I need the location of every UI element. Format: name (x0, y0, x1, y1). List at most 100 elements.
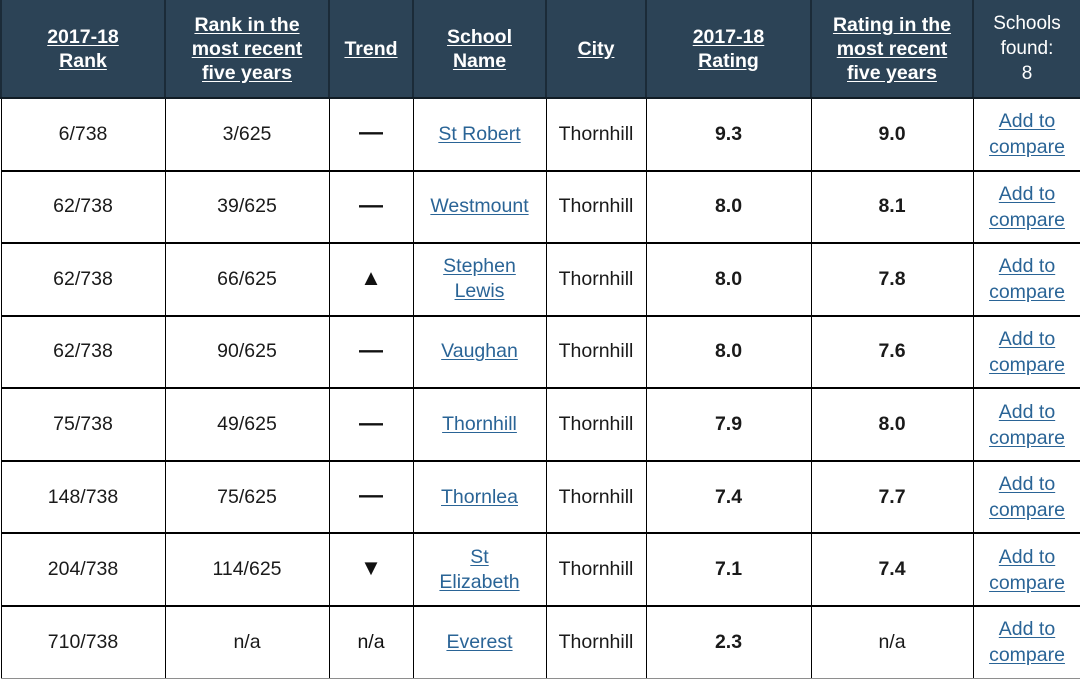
cell-rating-five-years: 9.0 (810, 97, 974, 172)
table-row: 148/738 75/625 — Thornlea Thornhill 7.4 7.7 Add… (0, 460, 1080, 535)
cell-add-to-compare: Add to compare (972, 605, 1080, 679)
cell-city: Thornhill (545, 170, 647, 245)
cell-rank-five-years: 75/625 (164, 460, 330, 535)
table-header: 2017-18 Rank Rank in the most recent five ye… (0, 0, 1080, 99)
trend-flat-icon: — (359, 119, 383, 147)
trend-flat-icon: — (359, 336, 383, 364)
col-rank-2017-18[interactable]: 2017-18 Rank (0, 0, 166, 99)
cell-rank-five-years: n/a (164, 605, 330, 679)
table-row: 62/738 39/625 — Westmount Thornhill 8.0 8.1 Add… (0, 170, 1080, 245)
table-row: 62/738 90/625 — Vaughan Thornhill 8.0 7.6 Add t… (0, 315, 1080, 390)
cell-rating-2017-18: 8.0 (645, 170, 812, 245)
cell-trend: — (328, 315, 414, 390)
cell-rank-five-years: 49/625 (164, 387, 330, 462)
table-body: 6/738 3/625— St Robert Thornhill 9.3 9.0 Add t… (0, 97, 1080, 679)
school-name-link[interactable]: St Robert (438, 122, 520, 147)
trend-down-icon: ▼ (360, 555, 382, 581)
cell-rank-2017-18: 62/738 (0, 242, 166, 317)
col-school-name[interactable]: School Name (413, 0, 547, 99)
cell-rating-five-years: 7.6 (810, 315, 974, 390)
cell-trend: — (328, 97, 414, 172)
cell-rank-five-years: 3/625 (164, 97, 330, 172)
table-row: 62/738 66/625 ▲ Stephen Lewis Thornhill 8.0 7.8… (0, 242, 1080, 317)
school-name-link[interactable]: Thornlea (441, 485, 518, 510)
cell-city: Thornhill (545, 532, 647, 607)
trend-up-icon: ▲ (360, 264, 382, 290)
col-schools-found: Schools found: 8 (973, 0, 1080, 99)
add-to-compare-link[interactable]: Add to compare (989, 616, 1065, 668)
trend-flat-icon: — (359, 191, 383, 219)
cell-rank-five-years: 114/625 (164, 532, 330, 607)
cell-rank-five-years: 39/625 (164, 170, 330, 245)
column-static-label: Schools found: 8 (993, 13, 1061, 84)
cell-rating-2017-18: 7.4 (645, 460, 812, 535)
cell-add-to-compare: Add to compare (972, 387, 1080, 462)
cell-rating-five-years: 8.0 (810, 387, 974, 462)
col-rank-five-years[interactable]: Rank in the most recent five years (165, 0, 330, 99)
school-name-link[interactable]: Thornhill (442, 412, 517, 437)
cell-add-to-compare: Add to compare (972, 170, 1080, 245)
cell-trend: — (328, 170, 414, 245)
cell-rank-2017-18: 75/738 (0, 387, 166, 462)
add-to-compare-link[interactable]: Add to compare (989, 471, 1065, 523)
cell-rank-2017-18: 6/738 (0, 97, 166, 172)
school-rankings-table: 2017-18 Rank Rank in the most recent five ye… (0, 0, 1080, 679)
cell-rating-five-years: 7.7 (810, 460, 974, 535)
column-sort-label: School Name (446, 25, 512, 72)
col-trend[interactable]: Trend (329, 0, 414, 99)
trend-flat-icon: — (359, 482, 383, 510)
add-to-compare-link[interactable]: Add to compare (989, 326, 1065, 378)
cell-school-name: Thornlea (412, 460, 547, 535)
table-row: 75/738 49/625— Thornhill Thornhill 7.9 8.0 Add… (0, 387, 1080, 462)
column-sort-label: City (577, 37, 615, 60)
cell-trend: n/a (328, 605, 414, 679)
cell-trend: — (328, 460, 414, 535)
cell-rank-2017-18: 62/738 (0, 315, 166, 390)
table-header-row: 2017-18 Rank Rank in the most recent five ye… (0, 0, 1080, 99)
cell-add-to-compare: Add to compare (972, 315, 1080, 390)
cell-city: Thornhill (545, 460, 647, 535)
cell-rating-2017-18: 8.0 (645, 315, 812, 390)
cell-city: Thornhill (545, 242, 647, 317)
cell-trend: ▼ (328, 532, 414, 607)
cell-add-to-compare: Add to compare (972, 460, 1080, 535)
column-sort-label: Rating in the most recent five years (832, 13, 952, 84)
cell-rating-2017-18: 9.3 (645, 97, 812, 172)
add-to-compare-link[interactable]: Add to compare (989, 544, 1065, 596)
cell-trend: ▲ (328, 242, 414, 317)
cell-school-name: Vaughan (412, 315, 547, 390)
school-name-link[interactable]: Westmount (430, 194, 528, 219)
col-rating-five-years[interactable]: Rating in the most recent five years (811, 0, 974, 99)
add-to-compare-link[interactable]: Add to compare (989, 253, 1065, 305)
cell-rank-2017-18: 62/738 (0, 170, 166, 245)
cell-city: Thornhill (545, 315, 647, 390)
cell-school-name: St Elizabeth (412, 532, 547, 607)
add-to-compare-link[interactable]: Add to compare (989, 108, 1065, 160)
school-name-link[interactable]: Stephen Lewis (443, 254, 516, 304)
table-row: 710/738 n/a n/a Everest Thornhill 2.3 n/a Add t… (0, 605, 1080, 679)
cell-school-name: Thornhill (412, 387, 547, 462)
col-city[interactable]: City (546, 0, 647, 99)
cell-rank-five-years: 90/625 (164, 315, 330, 390)
school-name-link[interactable]: St Elizabeth (439, 545, 519, 595)
trend-na-label: n/a (357, 630, 385, 653)
cell-city: Thornhill (545, 605, 647, 679)
school-name-link[interactable]: Everest (446, 630, 512, 655)
column-sort-label: Rank in the most recent five years (191, 13, 303, 84)
cell-rating-five-years: n/a (810, 605, 974, 679)
cell-rating-2017-18: 7.9 (645, 387, 812, 462)
cell-add-to-compare: Add to compare (972, 97, 1080, 172)
cell-school-name: Stephen Lewis (412, 242, 547, 317)
cell-rating-2017-18: 8.0 (645, 242, 812, 317)
cell-rank-2017-18: 710/738 (0, 605, 166, 679)
cell-rating-five-years: 7.4 (810, 532, 974, 607)
add-to-compare-link[interactable]: Add to compare (989, 399, 1065, 451)
col-rating-2017-18[interactable]: 2017-18 Rating (646, 0, 812, 99)
cell-school-name: St Robert (412, 97, 547, 172)
school-name-link[interactable]: Vaughan (441, 339, 518, 364)
cell-rating-2017-18: 2.3 (645, 605, 812, 679)
cell-rank-2017-18: 204/738 (0, 532, 166, 607)
cell-city: Thornhill (545, 97, 647, 172)
add-to-compare-link[interactable]: Add to compare (989, 181, 1065, 233)
cell-school-name: Everest (412, 605, 547, 679)
